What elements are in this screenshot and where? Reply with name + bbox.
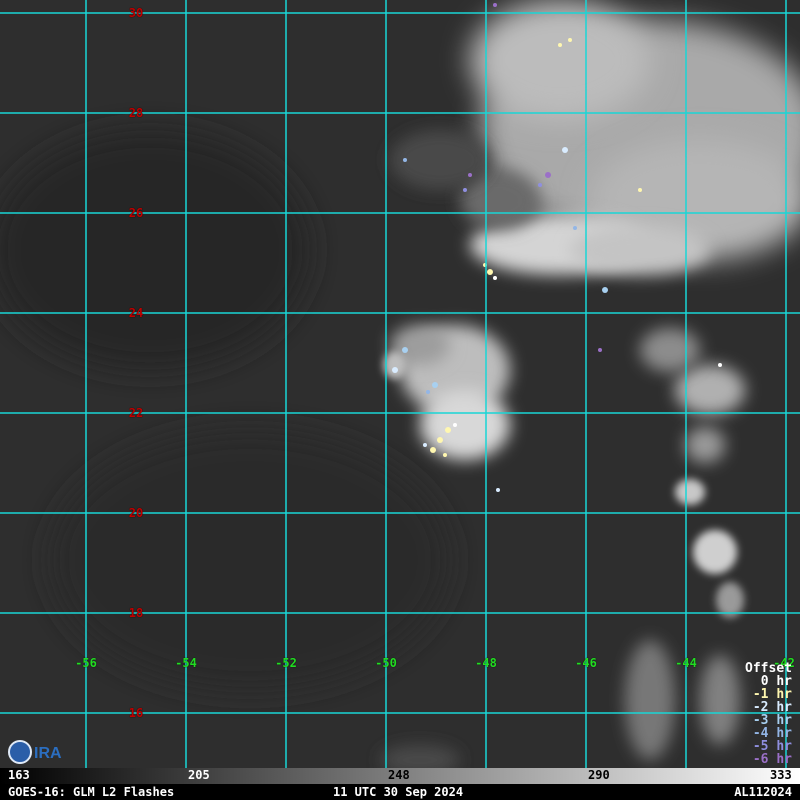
storm-id-label: AL112024 [734, 785, 792, 799]
timestamp-label: 11 UTC 30 Sep 2024 [333, 785, 464, 799]
colorbar-tick-label: 248 [388, 768, 410, 782]
latitude-label: 28 [128, 106, 144, 120]
latitude-label: 26 [128, 206, 144, 220]
longitude-label: -46 [575, 656, 597, 670]
product-label: GOES-16: GLM L2 Flashes [8, 785, 175, 799]
svg-text:IRA: IRA [34, 745, 62, 762]
latitude-label: 16 [128, 706, 144, 720]
satellite-viewer: 30 28 26 24 22 20 18 16 -56 -54 -52 -50 -48 -46 -44 -4… [0, 0, 800, 800]
legend-item: -6 hr [752, 752, 792, 767]
longitude-label: -48 [475, 656, 497, 670]
cira-logo: IRA [8, 740, 62, 764]
longitude-label: -50 [375, 656, 397, 670]
status-footer: GOES-16: GLM L2 Flashes 11 UTC 30 Sep 20… [0, 784, 800, 800]
longitude-label: -54 [175, 656, 197, 670]
latitude-label: 22 [128, 406, 144, 420]
colorbar-tick-label: 205 [188, 768, 210, 782]
longitude-label: -44 [675, 656, 697, 670]
satellite-map [0, 0, 800, 768]
longitude-label: -52 [275, 656, 297, 670]
latitude-label: 24 [128, 306, 144, 320]
latitude-label: 30 [128, 6, 144, 20]
colorbar-tick-label: 163 [8, 768, 30, 782]
colorbar-tick-label: 333 [770, 768, 792, 782]
latitude-label: 18 [128, 606, 144, 620]
latitude-label: 20 [128, 506, 144, 520]
colorbar-tick-label: 290 [588, 768, 610, 782]
offset-legend: Offset 0 hr -1 hr -2 hr -3 hr -4 hr -5 hr -6 h… [745, 662, 792, 766]
longitude-label: -56 [75, 656, 97, 670]
